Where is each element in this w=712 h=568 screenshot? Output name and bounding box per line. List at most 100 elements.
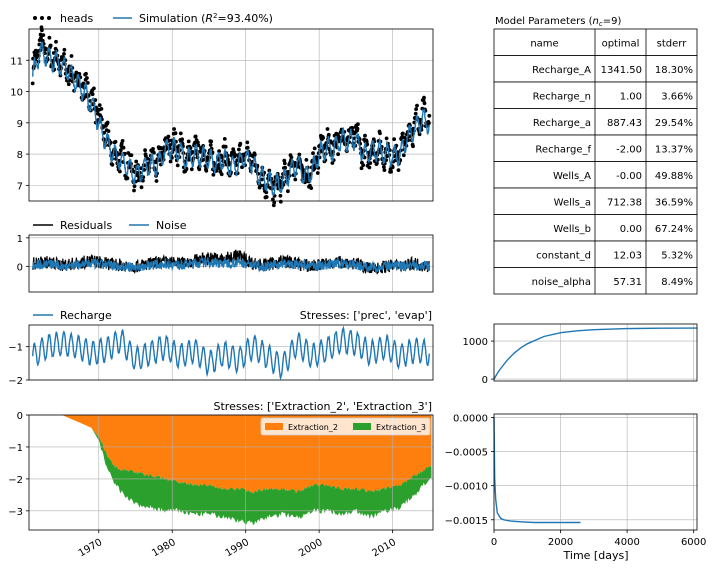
heads-point: [356, 122, 360, 127]
heads-point: [252, 152, 257, 157]
heads-point: [384, 136, 389, 141]
heads-point: [90, 92, 95, 97]
table-cell: 887.43: [607, 118, 642, 129]
heads-y-tick-label: 11: [10, 56, 23, 67]
table-cell: 67.24%: [655, 224, 693, 235]
heads-point: [411, 144, 415, 149]
heads-point: [47, 35, 52, 40]
wells-stresses-title: Stresses: ['Extraction_2', 'Extraction_3…: [214, 400, 433, 413]
heads-legend-dot: [40, 16, 44, 20]
table-cell: 57.31: [613, 277, 642, 288]
recharge-y-tick-label: −1: [8, 343, 23, 354]
heads-point: [315, 171, 320, 175]
extraction-2-legend-label: Extraction_2: [288, 423, 338, 432]
table-cell: constant_d: [536, 250, 591, 261]
heads-point: [382, 168, 387, 173]
heads-point: [325, 127, 330, 131]
heads-y-tick-label: 7: [17, 181, 23, 192]
step-wells-y-tick-label: −0.0015: [445, 516, 488, 527]
table-cell: -0.00: [616, 171, 642, 182]
heads-point: [286, 189, 290, 194]
table-cell: 49.88%: [655, 171, 693, 182]
days-x-tick-label: 4000: [614, 537, 639, 548]
heads-point: [113, 139, 118, 144]
heads-point: [392, 137, 396, 142]
heads-point: [48, 43, 53, 48]
heads-point: [178, 131, 183, 136]
wells-y-tick-label: −3: [8, 507, 23, 518]
heads-point: [99, 107, 104, 111]
table-cell: 712.38: [607, 197, 642, 208]
extraction-3-legend-swatch: [353, 423, 371, 430]
heads-point: [427, 121, 431, 125]
heads-point: [129, 153, 134, 158]
heads-point: [97, 103, 102, 107]
table-cell: 0.00: [620, 224, 642, 235]
heads-point: [180, 137, 185, 142]
step-recharge-y-tick-label: 1000: [463, 337, 488, 348]
heads-point: [222, 137, 227, 141]
heads-point: [173, 131, 178, 136]
heads-point: [134, 159, 139, 164]
simulation-legend-label: Simulation (R2=93.40%): [139, 12, 273, 25]
table-cell: 1.00: [620, 91, 642, 102]
heads-point: [223, 144, 228, 149]
heads-point: [401, 153, 406, 158]
heads-point: [311, 151, 315, 156]
step-wells-y-tick-label: −0.0005: [445, 448, 488, 459]
table-cell: Wells_A: [553, 171, 591, 182]
heads-point: [204, 168, 209, 173]
table-cell: 5.32%: [661, 250, 693, 261]
table-cell: Recharge_a: [533, 118, 591, 129]
heads-point: [143, 148, 148, 153]
heads-point: [62, 52, 66, 56]
heads-legend-dot: [33, 16, 37, 20]
sim-legend-value: =93.40%): [218, 12, 273, 25]
heads-point: [139, 185, 144, 190]
recharge-y-tick-label: −2: [8, 376, 23, 387]
heads-point: [278, 193, 283, 198]
residuals-legend-label: Residuals: [60, 219, 112, 232]
extraction-2-legend-swatch: [265, 423, 283, 430]
heads-point: [245, 140, 250, 145]
table-cell: 13.37%: [655, 144, 693, 155]
table-cell: -2.00: [616, 144, 642, 155]
heads-point: [166, 134, 171, 139]
heads-point: [84, 71, 88, 76]
wells-y-tick-label: −1: [8, 443, 23, 454]
heads-legend: heads Simulation (R2=93.40%): [33, 12, 273, 25]
table-cell: Wells_b: [553, 224, 591, 235]
heads-point: [237, 147, 241, 152]
heads-point: [309, 186, 314, 191]
heads-point: [278, 199, 283, 204]
table-header-cell: stderr: [657, 38, 688, 49]
step-wells-y-tick-label: −0.0010: [445, 482, 488, 493]
heads-point: [312, 146, 317, 151]
heads-point: [208, 143, 213, 147]
table-header-cell: optimal: [602, 38, 640, 49]
step-wells-y-tick-label: 0.0000: [453, 413, 488, 424]
heads-point: [175, 163, 180, 168]
heads-point: [415, 103, 419, 108]
table-cell: Recharge_f: [535, 144, 591, 155]
heads-point: [105, 120, 110, 125]
step-recharge-y-tick-label: 0: [482, 375, 488, 386]
heads-point: [355, 126, 360, 131]
heads-point: [293, 177, 298, 182]
heads-y-tick-label: 9: [17, 119, 23, 130]
heads-point: [363, 133, 367, 138]
heads-point: [121, 145, 126, 150]
heads-point: [132, 188, 136, 193]
table-cell: 12.03: [613, 250, 642, 261]
heads-point: [401, 131, 405, 136]
parameters-table: name optimal stderr Recharge_A 1341.50 18.30%…: [493, 28, 698, 295]
heads-point: [427, 113, 432, 118]
sim-legend-r: R: [205, 12, 213, 25]
heads-point: [193, 134, 198, 139]
heads-point: [367, 165, 372, 170]
heads-point: [414, 107, 418, 111]
heads-point: [62, 47, 67, 52]
time-days-xlabel: Time [days]: [563, 549, 629, 562]
table-cell: 29.54%: [655, 118, 693, 129]
heads-point: [85, 76, 89, 80]
